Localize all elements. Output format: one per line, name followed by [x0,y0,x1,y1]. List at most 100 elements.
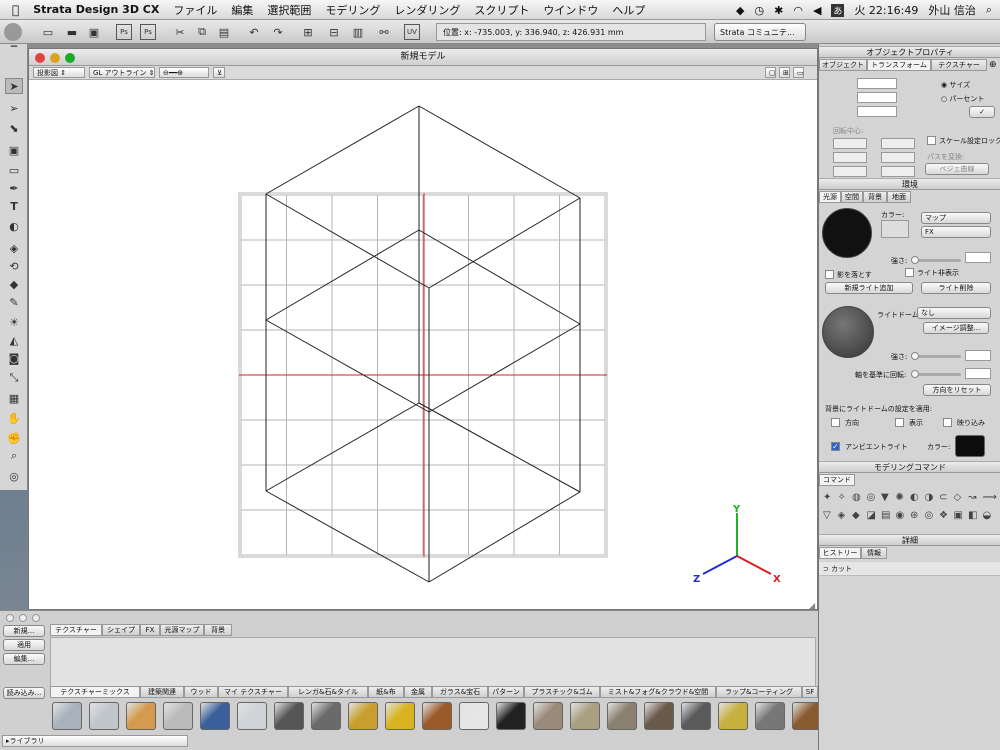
user-name[interactable]: 外山 信治 [928,2,976,18]
modeling-command-icon[interactable]: ▣ [954,510,963,521]
rotate-axis-field[interactable] [965,368,991,379]
menu-selection[interactable]: 選択範囲 [267,2,311,18]
cast-shadow-checkbox[interactable] [825,270,834,279]
rot-y2-field[interactable] [881,152,915,163]
photoshop-import-icon[interactable]: Ps [140,24,156,40]
opt-reflect-checkbox[interactable] [943,418,952,427]
view-mode-icon[interactable]: ▢ [765,67,776,78]
load-resource-button[interactable]: 読み込み... [3,687,45,699]
modeling-command-icon[interactable]: ◇ [954,492,962,503]
pick-icon[interactable]: ⬊ [5,120,23,136]
cat-plastic-rubber[interactable]: プラスチック&ゴム [524,686,600,698]
tab-light-map[interactable]: 光源マップ [160,624,204,636]
sphere-icon[interactable]: ◐ [5,218,23,234]
bezier-select[interactable]: ベジェ曲線 [925,163,989,175]
modeling-command-icon[interactable]: ▼ [881,492,889,503]
tab-transform[interactable]: トランスフォーム [867,59,931,71]
menu-window[interactable]: ウインドウ [543,2,598,18]
paste-icon[interactable]: ▤ [216,24,232,40]
cat-texture-mix[interactable]: テクスチャーミックス [50,686,140,698]
open-folder-icon[interactable]: ▬ [64,24,80,40]
menu-rendering[interactable]: レンダリング [394,2,460,18]
close-button[interactable] [35,53,45,63]
sky-swatch[interactable] [200,702,230,730]
pos-y-field[interactable] [857,92,897,103]
lathe-icon[interactable]: ◈ [5,240,23,256]
cobble-swatch[interactable] [644,702,674,730]
menu-file[interactable]: ファイル [173,2,217,18]
camera-icon[interactable]: ◙ [5,350,23,366]
modeling-command-icon[interactable]: ◪ [867,510,876,521]
cube-icon[interactable]: ▣ [5,142,23,158]
cat-architecture[interactable]: 建築関連 [140,686,184,698]
ambient-color-well[interactable] [955,435,985,457]
cat-pattern[interactable]: パターン [488,686,524,698]
history-row[interactable]: ⊃ カット [819,562,1000,576]
lightdome-select[interactable]: なし [917,307,991,319]
tab-command[interactable]: コマンド [819,474,855,486]
modeling-command-icon[interactable]: ◍ [852,492,861,503]
cat-sf[interactable]: SF [802,686,818,698]
minimize-button[interactable] [50,53,60,63]
clock[interactable]: 火 22:16:49 [854,2,918,18]
split-view-icon[interactable]: ⊞ [779,67,790,78]
pos-x-field[interactable] [857,78,897,89]
modeling-command-icon[interactable]: ◎ [925,510,934,521]
tab-light[interactable]: 光源 [819,191,841,203]
steel-swatch[interactable] [311,702,341,730]
palette-min-button[interactable] [19,614,27,622]
zoom-button[interactable] [65,53,75,63]
spotlight-icon[interactable]: ⌕ [986,3,992,17]
modeling-command-icon[interactable]: ◎ [867,492,876,503]
modeling-command-icon[interactable]: ◒ [983,510,992,521]
box-icon[interactable]: ▭ [5,162,23,178]
image-adjust-button[interactable]: イメージ調整... [923,322,989,334]
redo-icon[interactable]: ↷ [270,24,286,40]
modeling-command-icon[interactable]: ◉ [896,510,905,521]
tile-swatch[interactable] [533,702,563,730]
tab-object[interactable]: オブジェクト [819,59,867,71]
light-strength-knob[interactable] [911,256,919,264]
volume-icon[interactable]: ◀ [813,4,821,17]
fullscreen-icon[interactable]: ▭ [793,67,804,78]
zoom-icon[interactable]: ⌕ [5,448,23,464]
render-icon[interactable]: ◎ [5,468,23,484]
light-strength-field[interactable] [965,252,991,263]
align-icon[interactable]: ▥ [350,24,366,40]
grid-icon[interactable]: ▦ [5,390,23,406]
modeling-command-icon[interactable]: ◧ [968,510,977,521]
cat-wood[interactable]: ウッド [184,686,218,698]
modeling-command-icon[interactable]: ◆ [852,510,860,521]
undo-icon[interactable]: ↶ [246,24,262,40]
dome-strength-knob[interactable] [911,352,919,360]
zoom-slider[interactable]: ⊖━━⊕ [159,67,209,78]
path-icon[interactable]: ⤡ [5,370,23,386]
rot-x-field[interactable] [833,138,867,149]
rotate-axis-knob[interactable] [911,370,919,378]
reset-direction-button[interactable]: 方向をリセット [923,384,991,396]
modeling-command-icon[interactable]: ◐ [910,492,919,503]
pen-icon[interactable]: ✒ [5,180,23,196]
edit-resource-button[interactable]: 編集... [3,653,45,665]
cat-my-texture[interactable]: マイ テクスチャー [218,686,288,698]
save-icon[interactable]: ▣ [86,24,102,40]
delete-light-button[interactable]: ライト削除 [921,282,991,294]
apply-resource-button[interactable]: 適用 [3,639,45,651]
panel-menu-icon[interactable]: ⊕ [989,60,997,70]
modeling-command-icon[interactable]: ↝ [968,492,976,503]
percent-radio[interactable]: ○ パーセント [941,94,984,104]
link-icon[interactable]: ⚯ [376,24,392,40]
opt-direction-checkbox[interactable] [831,418,840,427]
cut-icon[interactable]: ✂ [172,24,188,40]
bluetooth-icon[interactable]: ✱ [774,4,783,17]
treadplate-swatch[interactable] [755,702,785,730]
modeling-command-icon[interactable]: ⊂ [939,492,947,503]
uv-icon[interactable]: UV [404,24,420,40]
cat-paper-cloth[interactable]: 紙&布 [368,686,404,698]
wifi-icon[interactable]: ◠ [793,4,803,17]
rot-y-field[interactable] [833,152,867,163]
chrome2-swatch[interactable] [89,702,119,730]
pos-z-field[interactable] [857,106,897,117]
rot-x2-field[interactable] [881,138,915,149]
cat-mist-fog[interactable]: ミスト&フォグ&クラウド&空間 [600,686,716,698]
